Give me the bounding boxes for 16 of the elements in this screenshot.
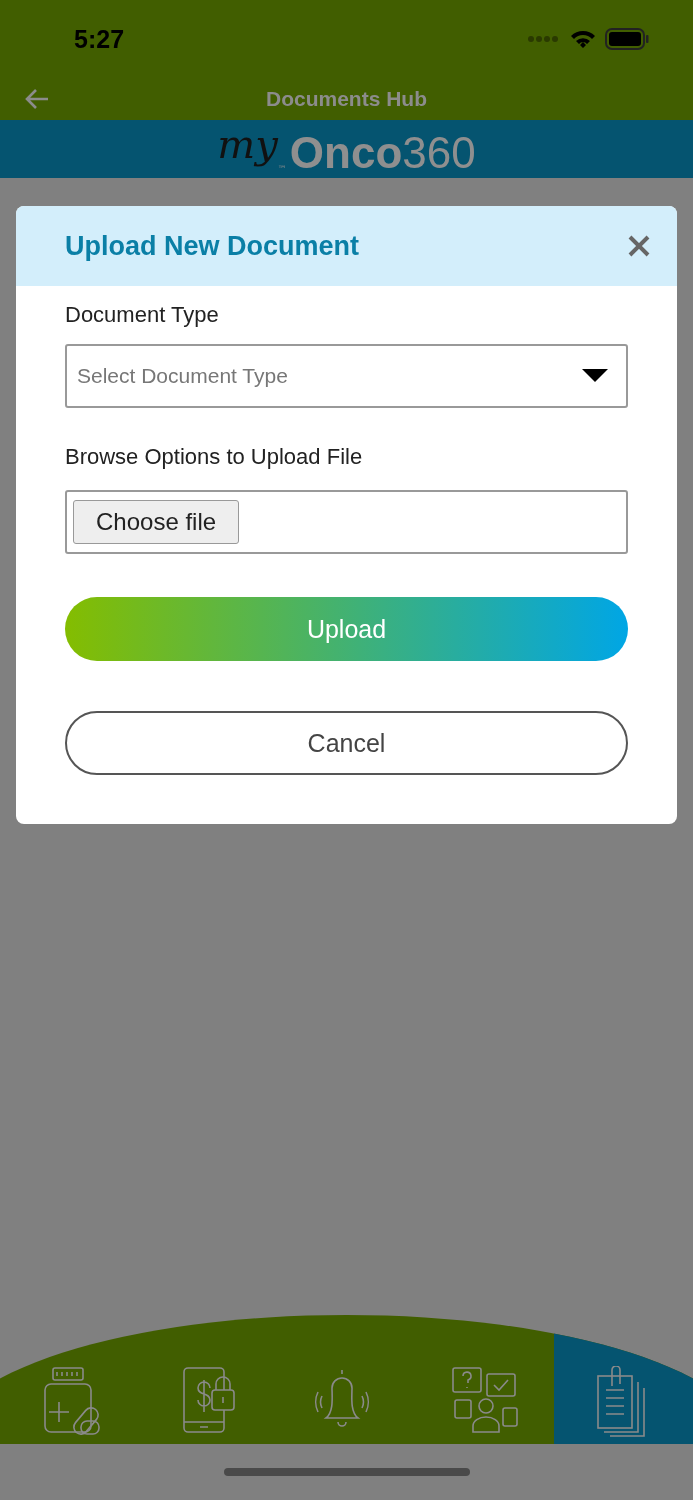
- signal-icon: [527, 35, 561, 43]
- field-label: Browse Options to Upload File: [65, 444, 364, 471]
- battery-icon: [605, 28, 649, 50]
- header-title: Documents Hub: [266, 87, 427, 111]
- field-label: Document Type: [65, 302, 220, 329]
- choose-file-button[interactable]: Choose file: [73, 500, 240, 544]
- status-time: 5:27: [74, 24, 125, 54]
- back-icon[interactable]: [24, 88, 50, 110]
- logo-name: Onco360: [289, 128, 476, 178]
- caret-icon: [582, 369, 608, 383]
- close-icon[interactable]: [627, 234, 651, 258]
- wifi-icon: [569, 29, 597, 49]
- trademark-mark: ™: [277, 164, 287, 174]
- document-type-dropdown[interactable]: Select Document Type: [65, 344, 628, 408]
- cancel-button[interactable]: Cancel: [65, 711, 628, 775]
- dialog-title: Upload New Document: [65, 230, 360, 262]
